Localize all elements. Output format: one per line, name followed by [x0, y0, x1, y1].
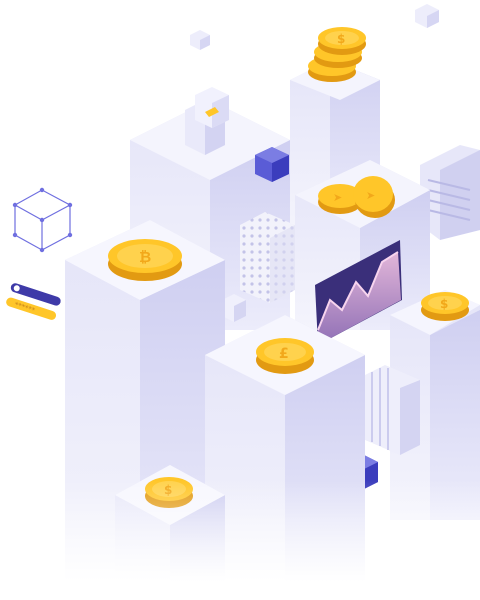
dollar-icon: $: [440, 297, 448, 311]
login-widget: ******: [6, 283, 61, 320]
bitcoin-icon: ₿: [139, 248, 151, 266]
dotted-grid-block: [240, 212, 295, 303]
coin-pound: £: [256, 338, 314, 374]
coin-right: $: [421, 292, 469, 321]
dollar-icon: $: [337, 32, 345, 46]
coin-bitcoin: ₿: [108, 239, 182, 281]
wireframe-cube: [12, 187, 73, 253]
striped-block: [365, 365, 420, 455]
floating-cube-top-right: [415, 4, 439, 28]
dollar-icon: $: [164, 483, 172, 497]
floating-cube-mid: [222, 294, 246, 322]
coin-front: $: [145, 477, 193, 508]
pound-icon: £: [279, 346, 289, 362]
arrow-icon: ➤: [366, 189, 375, 202]
crypto-city-illustration: ****** ₿ $ ➤ ➤ $ £ $: [6, 4, 480, 600]
voxel-cluster: [185, 87, 229, 155]
password-dots: ******: [13, 301, 36, 315]
floating-cube-top: [190, 30, 210, 50]
arrow-icon: ➤: [333, 191, 342, 204]
